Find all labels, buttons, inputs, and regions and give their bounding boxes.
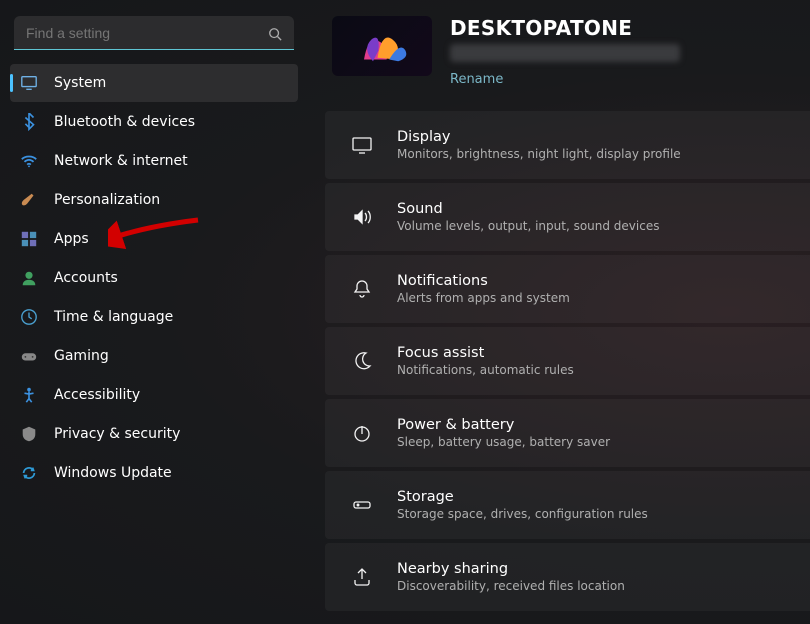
card-power-battery[interactable]: Power & battery Sleep, battery usage, ba…: [325, 399, 810, 467]
sidebar-item-label: Gaming: [54, 348, 109, 364]
content-pane: DESKTOPATONE Rename Display Monitors, br…: [310, 0, 810, 624]
device-name: DESKTOPATONE: [450, 16, 680, 40]
sidebar-item-label: Personalization: [54, 192, 160, 208]
sidebar-item-label: Privacy & security: [54, 426, 180, 442]
sidebar: System Bluetooth & devices Network & int…: [0, 0, 310, 624]
update-icon: [20, 464, 38, 482]
system-icon: [20, 74, 38, 92]
device-header: DESKTOPATONE Rename: [310, 16, 810, 111]
card-subtitle: Notifications, automatic rules: [397, 363, 574, 377]
moon-icon: [351, 350, 373, 372]
device-subline-redacted: [450, 44, 680, 62]
power-icon: [351, 422, 373, 444]
bell-icon: [351, 278, 373, 300]
gaming-icon: [20, 347, 38, 365]
sidebar-item-personalization[interactable]: Personalization: [10, 181, 298, 219]
card-sound[interactable]: Sound Volume levels, output, input, soun…: [325, 183, 810, 251]
card-subtitle: Alerts from apps and system: [397, 291, 570, 305]
sidebar-item-privacy[interactable]: Privacy & security: [10, 415, 298, 453]
shield-icon: [20, 425, 38, 443]
card-title: Sound: [397, 201, 659, 217]
sidebar-item-accounts[interactable]: Accounts: [10, 259, 298, 297]
display-icon: [351, 134, 373, 156]
card-display[interactable]: Display Monitors, brightness, night ligh…: [325, 111, 810, 179]
sidebar-item-system[interactable]: System: [10, 64, 298, 102]
bluetooth-icon: [20, 113, 38, 131]
sidebar-item-windows-update[interactable]: Windows Update: [10, 454, 298, 492]
card-subtitle: Monitors, brightness, night light, displ…: [397, 147, 681, 161]
card-title: Notifications: [397, 273, 570, 289]
sidebar-item-label: System: [54, 75, 106, 91]
rename-link[interactable]: Rename: [450, 72, 503, 87]
card-title: Display: [397, 129, 681, 145]
card-nearby-sharing[interactable]: Nearby sharing Discoverability, received…: [325, 543, 810, 611]
card-subtitle: Sleep, battery usage, battery saver: [397, 435, 610, 449]
sidebar-item-accessibility[interactable]: Accessibility: [10, 376, 298, 414]
sidebar-item-time-language[interactable]: Time & language: [10, 298, 298, 336]
search-box: [14, 16, 294, 50]
apps-icon: [20, 230, 38, 248]
card-focus-assist[interactable]: Focus assist Notifications, automatic ru…: [325, 327, 810, 395]
sidebar-item-bluetooth[interactable]: Bluetooth & devices: [10, 103, 298, 141]
card-title: Focus assist: [397, 345, 574, 361]
card-title: Storage: [397, 489, 648, 505]
search-icon: [268, 26, 282, 40]
sidebar-item-apps[interactable]: Apps: [10, 220, 298, 258]
accounts-icon: [20, 269, 38, 287]
clock-globe-icon: [20, 308, 38, 326]
wifi-icon: [20, 152, 38, 170]
sidebar-item-label: Accessibility: [54, 387, 140, 403]
sound-icon: [351, 206, 373, 228]
card-title: Power & battery: [397, 417, 610, 433]
card-title: Nearby sharing: [397, 561, 625, 577]
card-storage[interactable]: Storage Storage space, drives, configura…: [325, 471, 810, 539]
card-subtitle: Discoverability, received files location: [397, 579, 625, 593]
sidebar-item-label: Accounts: [54, 270, 118, 286]
card-subtitle: Volume levels, output, input, sound devi…: [397, 219, 659, 233]
sidebar-item-label: Windows Update: [54, 465, 172, 481]
brush-icon: [20, 191, 38, 209]
sidebar-item-label: Bluetooth & devices: [54, 114, 195, 130]
accessibility-icon: [20, 386, 38, 404]
settings-cards: Display Monitors, brightness, night ligh…: [310, 111, 810, 611]
sidebar-item-label: Time & language: [54, 309, 173, 325]
card-notifications[interactable]: Notifications Alerts from apps and syste…: [325, 255, 810, 323]
share-icon: [351, 566, 373, 588]
desktop-image: [332, 16, 432, 76]
sidebar-item-label: Network & internet: [54, 153, 188, 169]
sidebar-item-network[interactable]: Network & internet: [10, 142, 298, 180]
sidebar-item-gaming[interactable]: Gaming: [10, 337, 298, 375]
card-subtitle: Storage space, drives, configuration rul…: [397, 507, 648, 521]
sidebar-item-label: Apps: [54, 231, 89, 247]
storage-icon: [351, 494, 373, 516]
search-input[interactable]: [14, 16, 294, 50]
